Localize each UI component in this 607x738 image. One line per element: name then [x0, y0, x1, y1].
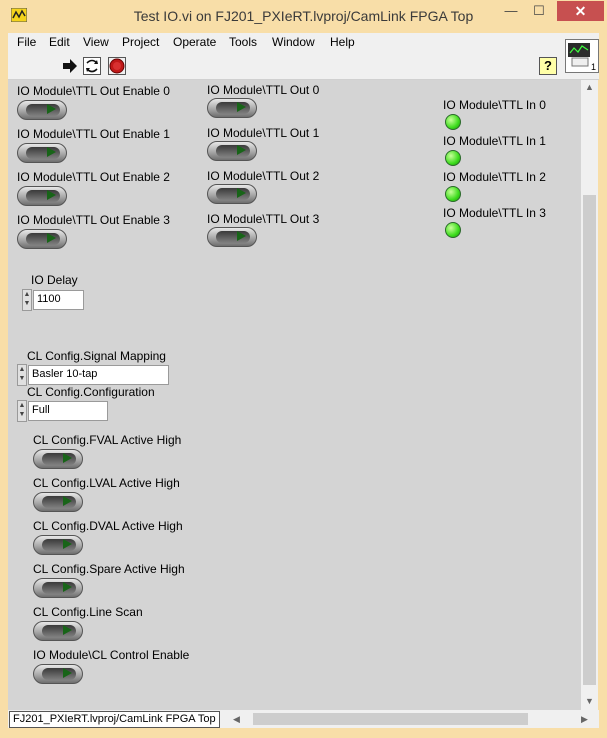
- vi-icon-number: 1: [590, 62, 596, 72]
- menu-project[interactable]: Project: [122, 35, 159, 49]
- ttl-out-0-label: IO Module\TTL Out 0: [207, 83, 320, 97]
- spin-down-icon[interactable]: ▼: [19, 375, 26, 382]
- run-arrow-icon[interactable]: [61, 57, 79, 75]
- menu-view[interactable]: View: [83, 35, 109, 49]
- run-continuously-icon[interactable]: [83, 57, 101, 75]
- spin-down-icon[interactable]: ▼: [24, 300, 31, 307]
- menu-bar: File Edit View Project Operate Tools Win…: [8, 33, 599, 53]
- ttl-out-0-switch[interactable]: [207, 98, 257, 118]
- scroll-up-icon[interactable]: ▲: [585, 82, 594, 92]
- io-delay-spinner[interactable]: ▲ ▼: [22, 289, 32, 311]
- ttl-in-1-led: [445, 150, 461, 166]
- ttl-in-1-label: IO Module\TTL In 1: [443, 134, 546, 148]
- ttl-out-enable-2-label: IO Module\TTL Out Enable 2: [17, 170, 170, 184]
- lval-active-high-switch[interactable]: [33, 492, 83, 512]
- maximize-button[interactable]: ☐: [525, 1, 553, 21]
- project-path-label: FJ201_PXIeRT.lvproj/CamLink FPGA Top: [9, 711, 220, 728]
- ttl-in-2-label: IO Module\TTL In 2: [443, 170, 546, 184]
- dval-active-high-switch[interactable]: [33, 535, 83, 555]
- fval-active-high-label: CL Config.FVAL Active High: [33, 433, 182, 447]
- horizontal-scroll-thumb[interactable]: [253, 713, 528, 725]
- menu-edit[interactable]: Edit: [49, 35, 70, 49]
- menu-file[interactable]: File: [17, 35, 36, 49]
- ttl-in-3-label: IO Module\TTL In 3: [443, 206, 546, 220]
- abort-icon[interactable]: [108, 57, 126, 75]
- minimize-button[interactable]: —: [497, 1, 525, 21]
- close-button[interactable]: ✕: [557, 1, 604, 21]
- ttl-out-enable-0-label: IO Module\TTL Out Enable 0: [17, 84, 170, 98]
- ttl-out-2-switch[interactable]: [207, 184, 257, 204]
- ttl-out-enable-1-switch[interactable]: [17, 143, 67, 163]
- ttl-out-3-switch[interactable]: [207, 227, 257, 247]
- toolbar: ? 1: [8, 39, 599, 80]
- ttl-out-enable-0-switch[interactable]: [17, 100, 67, 120]
- scroll-down-icon[interactable]: ▼: [585, 696, 594, 706]
- menu-window[interactable]: Window: [272, 35, 315, 49]
- context-help-button[interactable]: ?: [539, 57, 557, 75]
- title-bar[interactable]: Test IO.vi on FJ201_PXIeRT.lvproj/CamLin…: [0, 0, 607, 33]
- cl-control-enable-switch[interactable]: [33, 664, 83, 684]
- menu-help[interactable]: Help: [330, 35, 355, 49]
- ttl-in-2-led: [445, 186, 461, 202]
- front-panel: IO Module\TTL Out Enable 0 IO Module\TTL…: [8, 80, 581, 710]
- io-delay-input[interactable]: 1100: [33, 290, 84, 310]
- spin-up-icon[interactable]: ▲: [19, 402, 26, 409]
- spin-down-icon[interactable]: ▼: [19, 411, 26, 418]
- spare-active-high-label: CL Config.Spare Active High: [33, 562, 185, 576]
- configuration-select[interactable]: Full: [28, 401, 108, 421]
- menu-tools[interactable]: Tools: [229, 35, 257, 49]
- configuration-spinner[interactable]: ▲ ▼: [17, 400, 27, 422]
- signal-mapping-spinner[interactable]: ▲ ▼: [17, 364, 27, 386]
- scroll-left-icon[interactable]: ◀: [233, 714, 240, 725]
- ttl-out-enable-1-label: IO Module\TTL Out Enable 1: [17, 127, 170, 141]
- menu-operate[interactable]: Operate: [173, 35, 216, 49]
- ttl-out-2-label: IO Module\TTL Out 2: [207, 169, 320, 183]
- ttl-out-enable-3-label: IO Module\TTL Out Enable 3: [17, 213, 170, 227]
- ttl-out-1-label: IO Module\TTL Out 1: [207, 126, 320, 140]
- ttl-out-3-label: IO Module\TTL Out 3: [207, 212, 320, 226]
- ttl-out-enable-2-switch[interactable]: [17, 186, 67, 206]
- vertical-scrollbar[interactable]: ▲ ▼: [581, 80, 598, 710]
- spin-up-icon[interactable]: ▲: [19, 366, 26, 373]
- ttl-in-0-led: [445, 114, 461, 130]
- signal-mapping-select[interactable]: Basler 10-tap: [28, 365, 169, 385]
- line-scan-switch[interactable]: [33, 621, 83, 641]
- vi-icon: 1: [565, 39, 599, 73]
- ttl-in-0-label: IO Module\TTL In 0: [443, 98, 546, 112]
- vertical-scroll-thumb[interactable]: [583, 195, 596, 685]
- line-scan-label: CL Config.Line Scan: [33, 605, 143, 619]
- cl-control-enable-label: IO Module\CL Control Enable: [33, 648, 190, 662]
- lval-active-high-label: CL Config.LVAL Active High: [33, 476, 180, 490]
- status-bar: FJ201_PXIeRT.lvproj/CamLink FPGA Top ◀ ▶: [8, 710, 599, 728]
- ttl-out-enable-3-switch[interactable]: [17, 229, 67, 249]
- signal-mapping-label: CL Config.Signal Mapping: [27, 349, 166, 363]
- ttl-out-1-switch[interactable]: [207, 141, 257, 161]
- io-delay-label: IO Delay: [31, 273, 78, 287]
- dval-active-high-label: CL Config.DVAL Active High: [33, 519, 183, 533]
- configuration-label: CL Config.Configuration: [27, 385, 155, 399]
- fval-active-high-switch[interactable]: [33, 449, 83, 469]
- spin-up-icon[interactable]: ▲: [24, 291, 31, 298]
- ttl-in-3-led: [445, 222, 461, 238]
- spare-active-high-switch[interactable]: [33, 578, 83, 598]
- scroll-right-icon[interactable]: ▶: [581, 714, 588, 725]
